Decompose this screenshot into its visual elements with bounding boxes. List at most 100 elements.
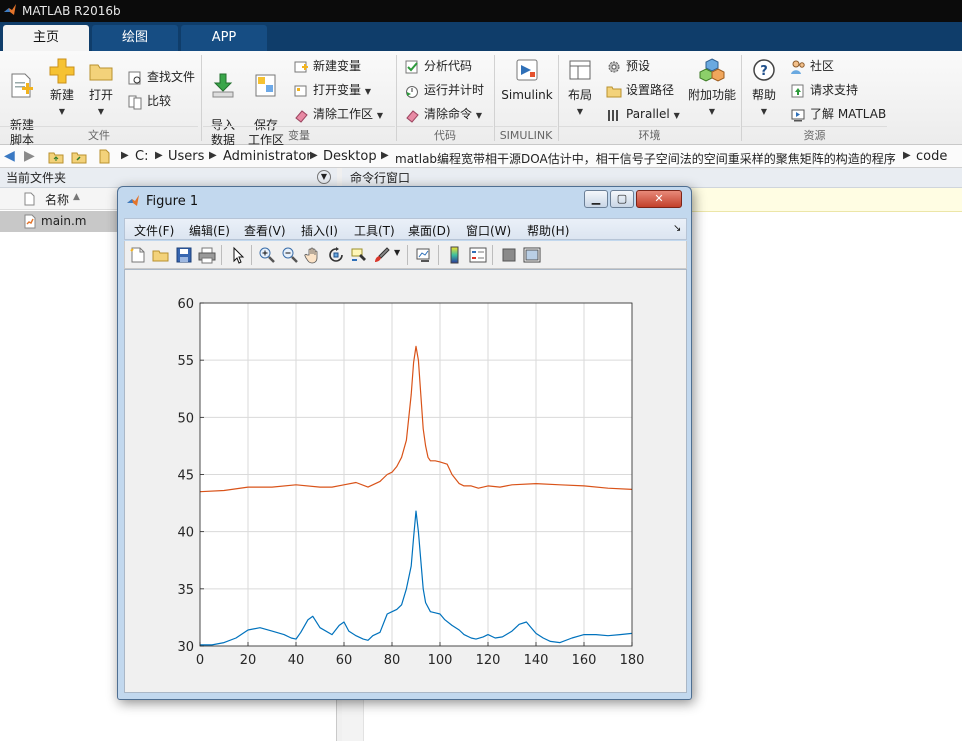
community-button[interactable]: 社区 [790,56,834,76]
preferences-button[interactable]: 预设 [606,56,650,76]
toolbar-separator [407,245,408,265]
menu-desktop[interactable]: 桌面(D) [408,222,451,239]
show-plot-tools-icon[interactable] [523,246,541,264]
open-variable-label: 打开变量 [313,83,362,97]
menu-help[interactable]: 帮助(H) [527,222,569,239]
new-script-icon [11,73,33,98]
x-tick-label: 160 [572,653,597,668]
app-title: MATLAB R2016b [22,4,121,18]
pan-hand-icon[interactable] [304,246,322,264]
open-variable-button[interactable]: 打开变量 ▼ [293,80,371,100]
figure-titlebar[interactable]: Figure 1 ▁ ▢ ✕ [118,187,691,215]
brush-dropdown-icon[interactable]: ▼ [394,248,400,257]
clear-workspace-button[interactable]: 清除工作区 ▼ [293,104,383,124]
link-plot-icon[interactable] [415,246,433,264]
breadcrumb-item[interactable]: Administrator [223,149,312,164]
new-variable-button[interactable]: 新建变量 [293,56,361,76]
figure-canvas[interactable]: 0 20 40 60 80 100 120 140 160 180 30 35 40 45 50 55 60 [124,269,687,693]
close-button[interactable]: ✕ [636,190,682,208]
root-folder-icon[interactable] [98,148,112,165]
breadcrumb-separator: ▶ [121,150,129,161]
tab-plots[interactable]: 绘图 [92,25,178,51]
learn-matlab-button[interactable]: 了解 MATLAB [790,104,886,124]
zoom-out-icon[interactable] [281,246,299,264]
run-and-time-button[interactable]: 运行并计时 [404,80,484,100]
hide-plot-tools-icon[interactable] [500,246,518,264]
open-file-icon[interactable] [152,246,170,264]
open-variable-icon [294,85,307,96]
figure-window[interactable]: Figure 1 ▁ ▢ ✕ 文件(F) 编辑(E) 查看(V) 插入(I) 工… [117,186,692,700]
new-figure-icon[interactable] [129,246,147,264]
minimize-button[interactable]: ▁ [584,190,608,208]
brush-icon[interactable] [373,246,391,264]
add-ons-label: 附加功能 [687,88,736,102]
parallel-label: Parallel [626,107,670,121]
toolbar-separator [492,245,493,265]
breadcrumb-item[interactable]: Users [168,149,204,164]
file-type-column-icon [24,192,35,206]
chevron-down-icon: ▼ [760,107,768,116]
panel-menu-icon[interactable]: ▼ [317,170,331,184]
save-icon[interactable] [175,246,193,264]
menubar-dock-arrow-icon[interactable]: ↘ [673,223,681,234]
svg-text:?: ? [760,64,768,79]
rotate-3d-icon[interactable] [327,246,345,264]
new-button[interactable]: 新建 ▼ [46,57,78,119]
menu-view[interactable]: 查看(V) [244,222,286,239]
maximize-button[interactable]: ▢ [610,190,634,208]
zoom-in-icon[interactable] [258,246,276,264]
help-button[interactable]: ? 帮助 ▼ [747,57,781,119]
select-arrow-icon[interactable] [229,246,247,264]
import-data-icon [212,73,234,98]
run-and-time-icon [406,85,418,98]
breadcrumb-item[interactable]: code [916,149,947,164]
toolbar-separator [438,245,439,265]
forward-arrow-icon[interactable]: ▶ [24,148,35,164]
menu-insert[interactable]: 插入(I) [301,222,338,239]
ribbon-tabs: 主页 绘图 APP [0,22,962,51]
back-arrow-icon[interactable]: ◀ [4,148,15,164]
clear-commands-button[interactable]: 清除命令 ▼ [404,104,482,124]
layout-button[interactable]: 布局 ▼ [563,57,597,119]
current-folder-title: 当前文件夹 [6,171,67,185]
menu-file[interactable]: 文件(F) [134,222,174,239]
matlab-logo-icon [127,195,139,206]
analyze-code-icon [405,60,418,73]
set-path-button[interactable]: 设置路径 [606,80,674,100]
legend-icon[interactable] [469,246,487,264]
tab-home[interactable]: 主页 [3,25,89,51]
gear-icon [608,61,620,72]
tab-apps[interactable]: APP [181,25,267,51]
breadcrumb-item[interactable]: C: [135,149,148,164]
chevron-down-icon: ▼ [97,107,105,116]
open-button[interactable]: 打开 ▼ [84,57,118,119]
analyze-code-button[interactable]: 分析代码 [404,56,472,76]
data-cursor-icon[interactable] [350,246,368,264]
compare-button[interactable]: 比较 [127,91,171,111]
axes[interactable]: 0 20 40 60 80 100 120 140 160 180 30 35 40 45 50 55 60 [125,270,686,692]
figure-title: Figure 1 [146,194,199,209]
print-icon[interactable] [198,246,216,264]
x-tick-label: 180 [620,653,645,668]
parallel-button[interactable]: Parallel ▼ [606,104,680,124]
find-files-button[interactable]: 查找文件 [127,67,195,87]
save-workspace-icon [255,74,276,97]
request-support-button[interactable]: 请求支持 [790,80,858,100]
group-label-resources: 资源 [742,126,887,143]
menu-tools[interactable]: 工具(T) [354,222,395,239]
menu-edit[interactable]: 编辑(E) [189,222,230,239]
simulink-label: Simulink [501,88,553,102]
breadcrumb-item[interactable]: Desktop [323,149,377,164]
clear-commands-label: 清除命令 [424,107,473,121]
layout-label: 布局 [567,88,592,102]
compare-label: 比较 [147,94,172,108]
simulink-button[interactable]: Simulink [499,57,555,103]
browse-folder-icon[interactable] [71,149,87,164]
menu-window[interactable]: 窗口(W) [466,222,511,239]
colorbar-icon[interactable] [446,246,464,264]
breadcrumb-item[interactable]: matlab编程宽带相干源DOA估计中，相干信号子空间法的空间重采样的聚焦矩阵的… [395,150,896,167]
new-variable-label: 新建变量 [313,59,362,73]
x-tick-label: 80 [384,653,401,668]
up-folder-icon[interactable] [48,149,64,164]
add-ons-button[interactable]: 附加功能 ▼ [686,57,738,119]
